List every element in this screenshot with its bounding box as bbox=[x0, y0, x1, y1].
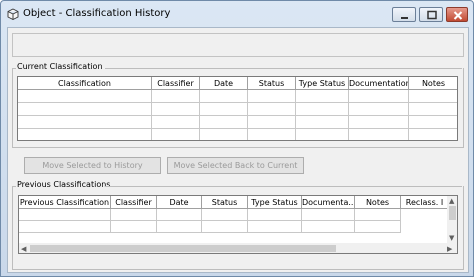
scroll-up-icon[interactable]: ▲ bbox=[449, 197, 454, 205]
previous-classifications-grid[interactable]: Previous Classification Classifier Date … bbox=[18, 195, 458, 254]
vertical-scrollbar[interactable]: ▲ ▼ bbox=[447, 196, 457, 243]
grid-cell[interactable] bbox=[248, 116, 296, 129]
grid-cell[interactable] bbox=[349, 90, 409, 103]
close-icon bbox=[453, 11, 463, 20]
grid-cell[interactable] bbox=[296, 90, 349, 103]
column-header-previous-classification[interactable]: Previous Classification bbox=[19, 196, 111, 209]
grid-cell[interactable] bbox=[355, 209, 401, 221]
column-header-notes[interactable]: Notes bbox=[409, 77, 457, 90]
dialog-body: Current Classification Classification Cl… bbox=[7, 27, 469, 273]
grid-cell[interactable] bbox=[296, 129, 349, 140]
grid-cell[interactable] bbox=[18, 90, 152, 103]
grid-cell[interactable] bbox=[111, 209, 157, 221]
column-header-classification[interactable]: Classification bbox=[18, 77, 152, 90]
grid-cell[interactable] bbox=[19, 221, 111, 233]
grid-cell[interactable] bbox=[248, 129, 296, 140]
window-title: Object - Classification History bbox=[23, 8, 171, 19]
grid-cell[interactable] bbox=[200, 90, 248, 103]
column-header-date[interactable]: Date bbox=[157, 196, 202, 209]
scroll-down-icon[interactable]: ▼ bbox=[449, 234, 454, 242]
object-info-panel bbox=[12, 33, 464, 57]
grid-cell[interactable] bbox=[202, 209, 248, 221]
horizontal-scroll-thumb[interactable] bbox=[30, 245, 336, 252]
title-bar[interactable]: Object - Classification History bbox=[1, 1, 473, 27]
close-button[interactable] bbox=[446, 7, 468, 22]
grid-cell[interactable] bbox=[349, 103, 409, 116]
grid-cell[interactable] bbox=[302, 209, 355, 221]
horizontal-scrollbar[interactable]: ◀ ▶ bbox=[19, 243, 457, 253]
grid-cell[interactable] bbox=[18, 116, 152, 129]
column-header-documentation[interactable]: Documenta... bbox=[302, 196, 355, 209]
column-header-type-status[interactable]: Type Status bbox=[248, 196, 302, 209]
grid-cell[interactable] bbox=[152, 129, 200, 140]
grid-cell[interactable] bbox=[18, 103, 152, 116]
column-header-date[interactable]: Date bbox=[200, 77, 248, 90]
column-header-status[interactable]: Status bbox=[202, 196, 248, 209]
grid-cell[interactable] bbox=[409, 90, 457, 103]
classification-history-window: Object - Classification History Current … bbox=[0, 0, 474, 277]
grid-cell[interactable] bbox=[349, 116, 409, 129]
move-to-history-button[interactable]: Move Selected to History bbox=[24, 157, 161, 174]
grid-cell[interactable] bbox=[355, 221, 401, 233]
grid-cell[interactable] bbox=[200, 103, 248, 116]
minimize-button[interactable] bbox=[392, 7, 416, 22]
grid-cell[interactable] bbox=[18, 129, 152, 140]
grid-cell[interactable] bbox=[152, 116, 200, 129]
grid-cell[interactable] bbox=[296, 116, 349, 129]
column-header-classifier[interactable]: Classifier bbox=[152, 77, 200, 90]
grid-cell[interactable] bbox=[157, 221, 202, 233]
vertical-scroll-thumb[interactable] bbox=[449, 206, 456, 220]
column-header-type-status[interactable]: Type Status bbox=[296, 77, 349, 90]
grid-cell[interactable] bbox=[200, 116, 248, 129]
grid-cell[interactable] bbox=[19, 209, 111, 221]
minimize-icon bbox=[401, 17, 408, 19]
move-back-to-current-button[interactable]: Move Selected Back to Current bbox=[167, 157, 304, 174]
column-header-documentation[interactable]: Documentation bbox=[349, 77, 409, 90]
scroll-right-icon[interactable]: ▶ bbox=[447, 245, 452, 253]
column-header-notes[interactable]: Notes bbox=[355, 196, 401, 209]
grid-cell[interactable] bbox=[200, 129, 248, 140]
current-classification-grid[interactable]: Classification Classifier Date Status Ty… bbox=[17, 76, 458, 141]
maximize-button[interactable] bbox=[419, 7, 443, 22]
scroll-left-icon[interactable]: ◀ bbox=[21, 245, 26, 253]
grid-cell[interactable] bbox=[157, 209, 202, 221]
grid-cell[interactable] bbox=[409, 129, 457, 140]
grid-cell[interactable] bbox=[409, 103, 457, 116]
grid-cell[interactable] bbox=[296, 103, 349, 116]
grid-cell[interactable] bbox=[248, 209, 302, 221]
grid-cell[interactable] bbox=[302, 221, 355, 233]
column-header-status[interactable]: Status bbox=[248, 77, 296, 90]
grid-cell[interactable] bbox=[248, 103, 296, 116]
grid-cell[interactable] bbox=[152, 103, 200, 116]
cube-icon bbox=[7, 8, 19, 21]
grid-cell[interactable] bbox=[248, 221, 302, 233]
grid-cell[interactable] bbox=[248, 90, 296, 103]
column-header-reclass[interactable]: Reclass. I bbox=[401, 196, 449, 209]
column-header-classifier[interactable]: Classifier bbox=[111, 196, 157, 209]
grid-cell[interactable] bbox=[152, 90, 200, 103]
grid-cell[interactable] bbox=[409, 116, 457, 129]
grid-cell[interactable] bbox=[111, 221, 157, 233]
maximize-icon bbox=[427, 10, 437, 20]
grid-cell[interactable] bbox=[349, 129, 409, 140]
grid-cell[interactable] bbox=[202, 221, 248, 233]
